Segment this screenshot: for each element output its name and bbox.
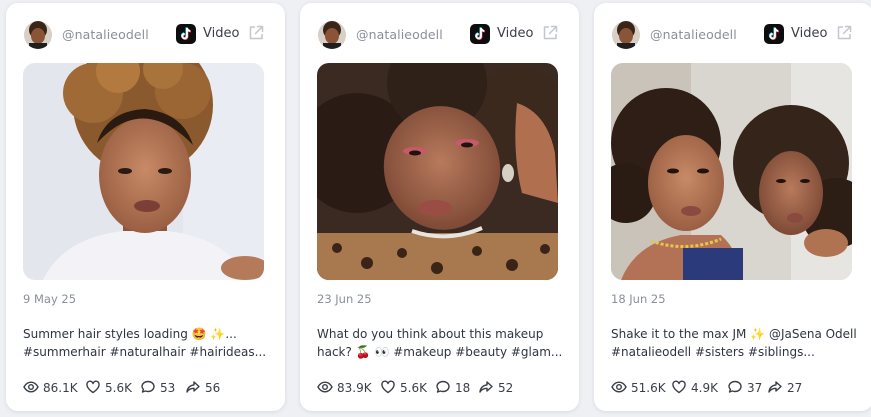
comment-icon xyxy=(140,379,156,395)
heart-icon xyxy=(85,379,101,395)
external-link-icon[interactable] xyxy=(541,24,559,42)
author-handle[interactable]: @natalieodell xyxy=(356,27,443,42)
comments-count: 37 xyxy=(747,381,763,395)
engagement-stats: 83.9K 5.6K 18 52 xyxy=(317,378,569,398)
card-header: @natalieodell Video xyxy=(318,19,563,49)
post-card[interactable]: @natalieodell Video xyxy=(6,3,285,411)
share-icon xyxy=(767,379,783,395)
avatar[interactable] xyxy=(24,21,52,49)
media-type-label: Video xyxy=(791,26,828,41)
tiktok-icon xyxy=(764,24,784,44)
comments-count: 18 xyxy=(455,381,471,395)
heart-icon xyxy=(380,379,396,395)
avatar[interactable] xyxy=(612,21,640,49)
post-thumbnail[interactable] xyxy=(611,63,852,280)
post-date: 23 Jun 25 xyxy=(317,292,372,306)
post-thumbnail[interactable] xyxy=(317,63,558,280)
card-header: @natalieodell Video xyxy=(24,19,269,49)
author-handle[interactable]: @natalieodell xyxy=(650,27,737,42)
likes-count: 5.6K xyxy=(105,381,132,395)
media-type-label: Video xyxy=(203,26,240,41)
eye-icon xyxy=(317,379,333,395)
comment-icon xyxy=(727,379,743,395)
media-type-label: Video xyxy=(497,26,534,41)
engagement-stats: 51.6K 4.9K 37 27 xyxy=(611,378,863,398)
comment-icon xyxy=(435,379,451,395)
views-count: 83.9K xyxy=(337,381,372,395)
post-card[interactable]: @natalieodell Video xyxy=(300,3,579,411)
views-count: 86.1K xyxy=(43,381,78,395)
likes-count: 4.9K xyxy=(691,381,718,395)
eye-icon xyxy=(23,379,39,395)
engagement-stats: 86.1K 5.6K 53 56 xyxy=(23,378,275,398)
comments-count: 53 xyxy=(160,381,176,395)
caption-line: #summerhair #naturalhair #hairideas... xyxy=(23,345,267,359)
caption-line: Summer hair styles loading 🤩 ✨... xyxy=(23,327,237,341)
post-caption: What do you think about this makeup hack… xyxy=(317,325,562,361)
post-date: 18 Jun 25 xyxy=(611,292,666,306)
post-card[interactable]: @natalieodell Video xyxy=(594,3,871,411)
caption-line: Shake it to the max JM ✨ @JaSena Odell xyxy=(611,327,856,341)
tiktok-icon xyxy=(470,24,490,44)
caption-line: #natalieodell #sisters #siblings... xyxy=(611,345,815,359)
shares-count: 56 xyxy=(205,381,221,395)
post-caption: Summer hair styles loading 🤩 ✨... #summe… xyxy=(23,325,268,361)
external-link-icon[interactable] xyxy=(835,24,853,42)
card-header: @natalieodell Video xyxy=(612,19,857,49)
caption-line: hack? 🍒 👀 #makeup #beauty #glam... xyxy=(317,345,562,359)
author-handle[interactable]: @natalieodell xyxy=(62,27,149,42)
shares-count: 52 xyxy=(498,381,514,395)
caption-line: What do you think about this makeup xyxy=(317,327,544,341)
tiktok-icon xyxy=(176,24,196,44)
post-caption: Shake it to the max JM ✨ @JaSena Odell #… xyxy=(611,325,856,361)
likes-count: 5.6K xyxy=(400,381,427,395)
shares-count: 27 xyxy=(787,381,803,395)
views-count: 51.6K xyxy=(631,381,666,395)
avatar[interactable] xyxy=(318,21,346,49)
post-thumbnail[interactable] xyxy=(23,63,264,280)
eye-icon xyxy=(611,379,627,395)
share-icon xyxy=(185,379,201,395)
heart-icon xyxy=(671,379,687,395)
share-icon xyxy=(478,379,494,395)
external-link-icon[interactable] xyxy=(247,24,265,42)
post-date: 9 May 25 xyxy=(23,292,77,306)
